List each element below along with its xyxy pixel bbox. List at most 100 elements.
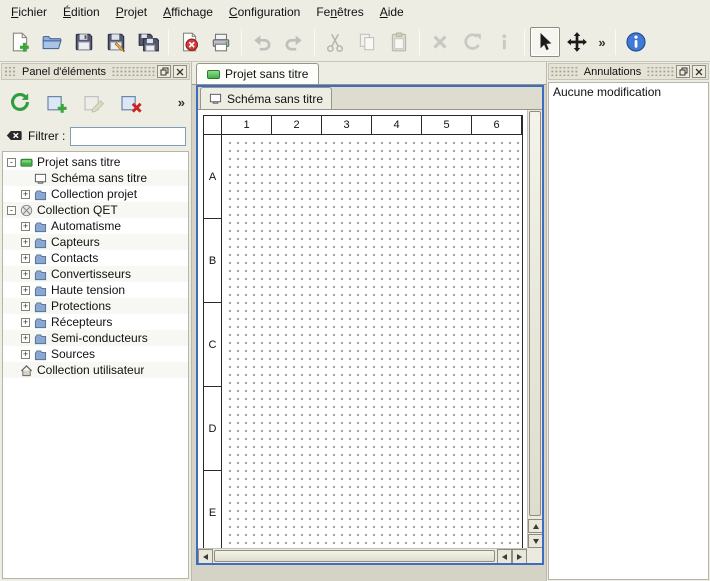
filter-row: Filtrer : (0, 123, 191, 149)
row-header: D (204, 387, 222, 471)
row-header: B (204, 219, 222, 303)
expand-icon[interactable]: + (21, 318, 30, 327)
tree-item-collection-projet[interactable]: +Collection projet (3, 186, 188, 202)
column-header: 3 (322, 116, 372, 135)
menu-affichage[interactable]: Affichage (155, 1, 221, 23)
tree-item-haute-tension[interactable]: +Haute tension (3, 282, 188, 298)
element-info-button (489, 27, 519, 57)
expand-icon[interactable]: + (21, 286, 30, 295)
tree-item-recepteurs[interactable]: +Récepteurs (3, 314, 188, 330)
menu-aide[interactable]: Aide (372, 1, 412, 23)
expand-icon[interactable]: + (21, 254, 30, 263)
tree-item-automatisme[interactable]: +Automatisme (3, 218, 188, 234)
toolbar-separator (168, 29, 169, 55)
tree-item-projet-sans-titre[interactable]: - Projet sans titre (3, 154, 188, 170)
column-header: 5 (422, 116, 472, 135)
menu-configuration[interactable]: Configuration (221, 1, 308, 23)
sheet-corner (204, 116, 222, 135)
select-button[interactable] (530, 27, 560, 57)
new-button[interactable] (5, 27, 35, 57)
expand-icon[interactable]: + (21, 334, 30, 343)
redo-icon (283, 31, 305, 53)
collapse-icon[interactable]: - (7, 206, 16, 215)
scroll-down-button[interactable] (528, 534, 542, 548)
new-element-icon (45, 90, 69, 114)
reload-button[interactable] (4, 86, 36, 118)
toolbar-overflow-button[interactable]: » (594, 27, 610, 57)
move-button[interactable] (562, 27, 592, 57)
open-button[interactable] (37, 27, 67, 57)
dock-handle-texture (647, 67, 674, 76)
element-info-icon (493, 31, 515, 53)
folder-icon (34, 300, 47, 313)
tab-project-label: Projet sans titre (225, 67, 308, 81)
tree-item-schema-sans-titre[interactable]: +Schéma sans titre (3, 170, 188, 186)
tab-project[interactable]: Projet sans titre (196, 63, 319, 84)
collapse-icon[interactable]: - (7, 158, 16, 167)
tree-item-convertisseurs[interactable]: +Convertisseurs (3, 266, 188, 282)
save-button[interactable] (69, 27, 99, 57)
float-panel-button[interactable] (676, 65, 690, 78)
close-panel-button[interactable] (173, 65, 187, 78)
paste-icon (388, 31, 410, 53)
tree-item-contacts[interactable]: +Contacts (3, 250, 188, 266)
save-all-icon (137, 31, 159, 53)
float-panel-button[interactable] (157, 65, 171, 78)
print-button[interactable] (206, 27, 236, 57)
expand-icon[interactable]: + (21, 270, 30, 279)
menu-fichier[interactable]: Fichier (3, 1, 55, 23)
save-icon (73, 31, 95, 53)
tree-item-collection-qet[interactable]: -Collection QET (3, 202, 188, 218)
elements-panel-titlebar[interactable]: Panel d'éléments (1, 63, 190, 80)
panel-toolbar-overflow-button[interactable]: » (178, 95, 187, 110)
undo-panel-title: Annulations (580, 66, 646, 78)
scroll-left-button-2[interactable] (497, 549, 512, 563)
horizontal-scrollbar-thumb[interactable] (214, 550, 495, 562)
new-element-button[interactable] (41, 86, 73, 118)
expand-icon[interactable]: + (21, 190, 30, 199)
close-button[interactable] (174, 27, 204, 57)
menu-fenetres[interactable]: Fenêtres (308, 1, 371, 23)
edit-element-button (78, 86, 110, 118)
save-as-button[interactable] (101, 27, 131, 57)
close-icon (178, 31, 200, 53)
undo-list-item[interactable]: Aucune modification (549, 83, 708, 101)
clear-filter-icon[interactable] (5, 127, 23, 145)
expand-icon[interactable]: + (21, 302, 30, 311)
toolbar-separator (314, 29, 315, 55)
diagram-canvas[interactable]: 123456 ABCDE (198, 110, 527, 548)
menu-projet[interactable]: Projet (108, 1, 155, 23)
new-icon (9, 31, 31, 53)
vertical-scrollbar[interactable] (527, 110, 542, 548)
delete-element-button[interactable] (115, 86, 147, 118)
redo-button (279, 27, 309, 57)
diagram-view[interactable]: 123456 ABCDE (198, 110, 542, 563)
scroll-up-button[interactable] (528, 519, 542, 533)
expand-icon[interactable]: + (21, 222, 30, 231)
folder-icon (34, 316, 47, 329)
tree-item-protections[interactable]: +Protections (3, 298, 188, 314)
home-icon (20, 364, 33, 377)
filter-input[interactable] (70, 127, 186, 146)
scroll-left-button[interactable] (198, 549, 213, 563)
tab-diagram[interactable]: Schéma sans titre (200, 87, 332, 109)
tree-item-capteurs[interactable]: +Capteurs (3, 234, 188, 250)
tree-item-collection-utilisateur[interactable]: +Collection utilisateur (3, 362, 188, 378)
about-button[interactable] (621, 27, 651, 57)
schema-icon (34, 172, 47, 185)
expand-icon[interactable]: + (21, 350, 30, 359)
tree-item-sources[interactable]: +Sources (3, 346, 188, 362)
row-header: A (204, 135, 222, 219)
horizontal-scrollbar[interactable] (198, 548, 527, 563)
undo-panel-titlebar[interactable]: Annulations (548, 63, 709, 80)
project-window: Schéma sans titre 123456 ABCDE (196, 85, 544, 565)
tree-item-label: Projet sans titre (37, 155, 120, 169)
menu-edition[interactable]: Édition (55, 1, 108, 23)
expand-icon[interactable]: + (21, 238, 30, 247)
close-panel-button[interactable] (692, 65, 706, 78)
save-all-button[interactable] (133, 27, 163, 57)
tree-item-semi-conducteurs[interactable]: +Semi-conducteurs (3, 330, 188, 346)
vertical-scrollbar-thumb[interactable] (529, 111, 541, 516)
scroll-right-button[interactable] (512, 549, 527, 563)
diagram-grid[interactable] (223, 136, 522, 548)
